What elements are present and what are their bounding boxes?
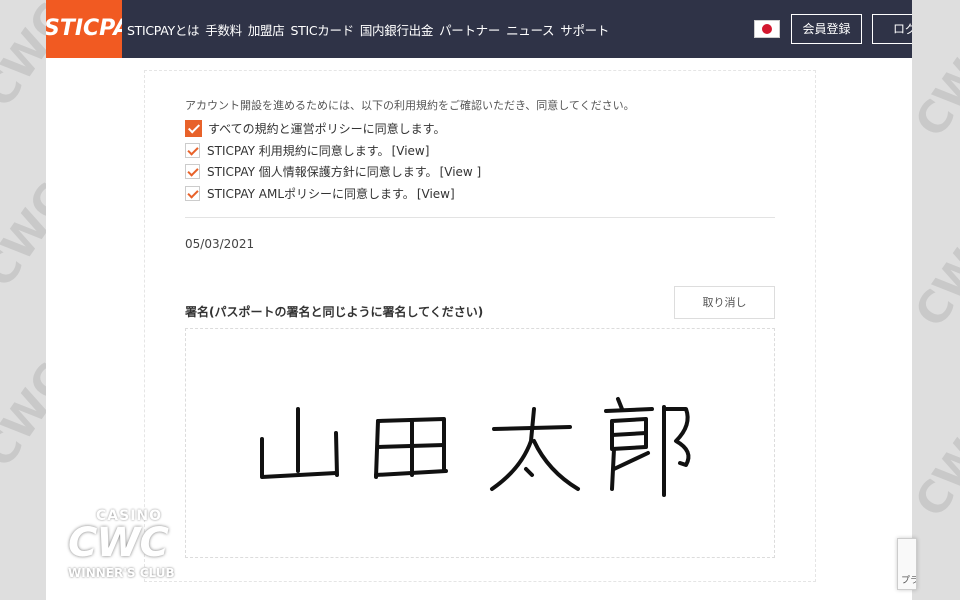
agreement-intro: アカウント開設を進めるためには、以下の利用規約をご確認いただき、同意してください… bbox=[185, 99, 635, 112]
checkmark-icon bbox=[187, 144, 199, 156]
watermark-text: CWC bbox=[912, 214, 960, 337]
nav-item-merchants[interactable]: 加盟店 bbox=[248, 20, 285, 39]
recaptcha-label: プラ bbox=[901, 576, 916, 586]
cwc-watermark-logo: CASINO CWC WINNER'S CLUB bbox=[66, 508, 194, 584]
watermark-text: CWC bbox=[0, 0, 46, 117]
signature-date: 05/03/2021 bbox=[185, 237, 255, 251]
watermark-text: CWC bbox=[912, 24, 960, 147]
nav-item-domestic-withdrawal[interactable]: 国内銀行出金 bbox=[360, 20, 434, 39]
clear-signature-button[interactable]: 取り消し bbox=[674, 286, 775, 319]
login-button[interactable]: ログイン bbox=[872, 14, 912, 44]
privacy-checkbox-row[interactable]: STICPAY 個人情報保護方針に同意します。 [View ] bbox=[185, 163, 481, 180]
terms-view-link[interactable]: [View] bbox=[392, 144, 430, 158]
privacy-checkbox[interactable] bbox=[185, 164, 200, 179]
nav-item-fees[interactable]: 手数料 bbox=[205, 20, 242, 39]
aml-label: STICPAY AMLポリシーに同意します。 bbox=[207, 187, 415, 201]
agree-all-checkbox-row[interactable]: すべての規約と運営ポリシーに同意します。 bbox=[185, 120, 445, 137]
privacy-label: STICPAY 個人情報保護方針に同意します。 bbox=[207, 165, 438, 179]
watermark-text: CWC bbox=[912, 404, 960, 527]
cwc-brand-text: CWC bbox=[68, 520, 169, 566]
cwc-sub-text: WINNER'S CLUB bbox=[68, 566, 175, 580]
section-divider bbox=[185, 217, 775, 218]
handwritten-signature bbox=[260, 397, 691, 497]
terms-checkbox[interactable] bbox=[185, 143, 200, 158]
top-header: STICPAY STICPAYとは 手数料 加盟店 STICカード 国内銀行出金… bbox=[46, 0, 912, 58]
nav-item-stic-card[interactable]: STICカード bbox=[290, 20, 354, 39]
terms-checkbox-row[interactable]: STICPAY 利用規約に同意します。 [View] bbox=[185, 142, 429, 159]
nav-item-about[interactable]: STICPAYとは bbox=[127, 20, 200, 39]
sticpay-logo[interactable]: STICPAY bbox=[46, 0, 122, 58]
terms-label: STICPAY 利用規約に同意します。 bbox=[207, 144, 390, 158]
main-nav: STICPAYとは 手数料 加盟店 STICカード 国内銀行出金 パートナー ニ… bbox=[124, 0, 612, 58]
aml-checkbox-row[interactable]: STICPAY AMLポリシーに同意します。 [View] bbox=[185, 185, 455, 202]
watermark-text: CWC bbox=[0, 354, 46, 477]
watermark-band-left: CWC CWC CWC bbox=[0, 0, 46, 600]
checkmark-icon bbox=[187, 121, 201, 134]
register-button[interactable]: 会員登録 bbox=[791, 14, 862, 44]
signature-label: 署名(パスポートの署名と同じように署名してください) bbox=[185, 305, 484, 319]
nav-item-partner[interactable]: パートナー bbox=[439, 20, 500, 39]
signature-pad[interactable] bbox=[185, 328, 775, 558]
aml-checkbox[interactable] bbox=[185, 186, 200, 201]
recaptcha-badge[interactable]: プラ bbox=[897, 538, 917, 590]
aml-view-link[interactable]: [View] bbox=[417, 187, 455, 201]
checkmark-icon bbox=[187, 165, 199, 177]
nav-item-news[interactable]: ニュース bbox=[506, 20, 554, 39]
watermark-band-right: CWC CWC CWC bbox=[912, 0, 960, 600]
nav-item-support[interactable]: サポート bbox=[560, 20, 609, 39]
privacy-view-link[interactable]: [View ] bbox=[440, 165, 482, 179]
japan-flag-icon[interactable] bbox=[754, 20, 780, 38]
agree-all-label: すべての規約と運営ポリシーに同意します。 bbox=[208, 122, 446, 136]
checkmark-icon bbox=[187, 187, 199, 199]
watermark-text: CWC bbox=[0, 174, 46, 297]
agree-all-checkbox[interactable] bbox=[185, 120, 202, 137]
